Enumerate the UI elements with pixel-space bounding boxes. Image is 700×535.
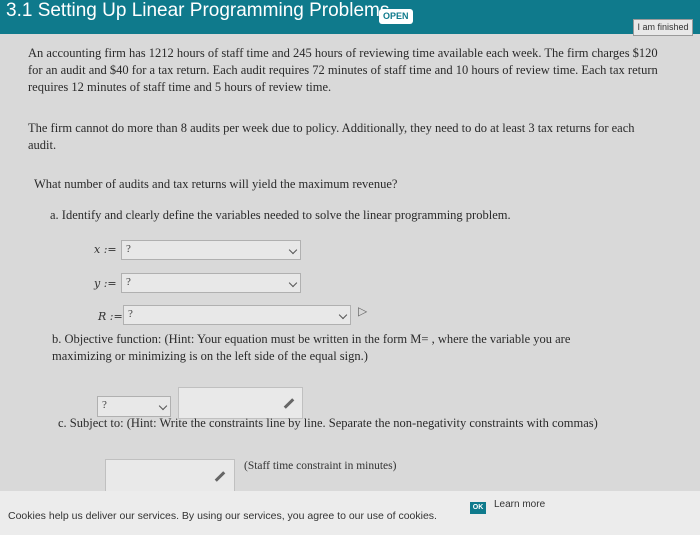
y-variable-label: y := — [94, 277, 117, 290]
learn-more-link[interactable]: Learn more — [494, 499, 545, 510]
part-c-prompt: c. Subject to: (Hint: Write the constrai… — [58, 416, 598, 430]
objective-variable-select[interactable]: ? — [97, 396, 171, 417]
pencil-icon — [283, 398, 295, 409]
y-definition-select[interactable]: ? — [121, 273, 301, 293]
objective-function-input[interactable] — [178, 387, 303, 419]
cookie-bar: Cookies help us deliver our services. By… — [0, 491, 700, 535]
constraint-1-input[interactable] — [105, 459, 235, 492]
chevron-down-icon — [338, 310, 348, 320]
mouse-cursor-icon: ▷ — [358, 304, 368, 318]
status-badge: OPEN — [379, 9, 413, 24]
y-select-value: ? — [126, 276, 131, 288]
problem-paragraph-2: The firm cannot do more than 8 audits pe… — [28, 121, 635, 152]
r-variable-label: R := — [98, 310, 123, 323]
header-bar: 3.1 Setting Up Linear Programming Proble… — [0, 0, 700, 34]
x-variable-label: x := — [94, 243, 117, 256]
problem-question: What number of audits and tax returns wi… — [34, 177, 398, 191]
x-definition-select[interactable]: ? — [121, 240, 301, 260]
part-b-prompt: b. Objective function: (Hint: Your equat… — [52, 332, 571, 363]
x-select-value: ? — [126, 243, 131, 255]
objective-select-value: ? — [102, 399, 107, 411]
chevron-down-icon — [288, 245, 298, 255]
chevron-down-icon — [288, 278, 298, 288]
problem-paragraph-1: An accounting firm has 1212 hours of sta… — [28, 46, 658, 94]
part-a-prompt: a. Identify and clearly define the varia… — [50, 208, 511, 222]
r-definition-select[interactable]: ? — [123, 305, 351, 325]
cookie-ok-button[interactable]: OK — [470, 502, 486, 514]
chevron-down-icon — [158, 401, 168, 411]
r-select-value: ? — [128, 308, 133, 320]
constraint-1-label: (Staff time constraint in minutes) — [244, 460, 397, 472]
page-title: 3.1 Setting Up Linear Programming Proble… — [6, 0, 390, 21]
finished-button[interactable]: I am finished — [633, 19, 693, 36]
pencil-icon — [214, 471, 226, 482]
cookie-notice-text: Cookies help us deliver our services. By… — [8, 510, 437, 522]
